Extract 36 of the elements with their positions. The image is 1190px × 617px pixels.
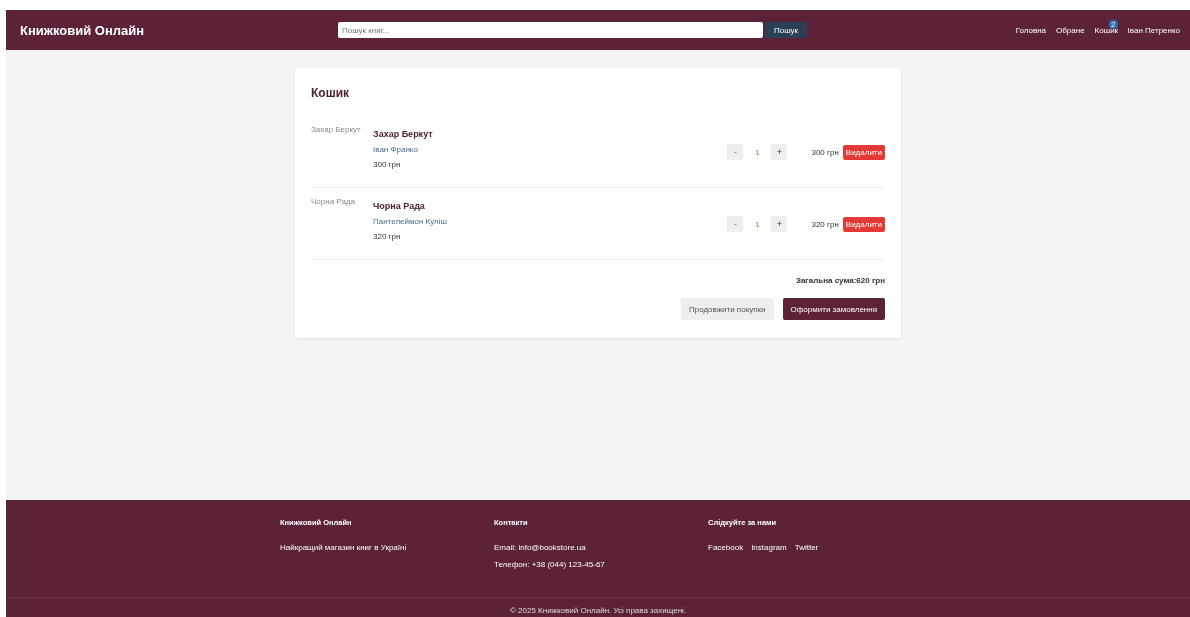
continue-shopping-button[interactable]: Продовжити покупки	[680, 298, 774, 320]
broken-image-alt-text: Чорна Рада	[311, 196, 356, 208]
book-price: 300 грн	[373, 160, 402, 169]
nav-link[interactable]: Обране	[1056, 25, 1085, 35]
remove-button[interactable]: Видалити	[842, 216, 885, 232]
footer-text: Телефон: +38 (044) 123-45-67	[494, 560, 606, 569]
nav-link[interactable]: Головна	[1015, 25, 1047, 35]
increase-button[interactable]: +	[771, 144, 788, 160]
cart-title: Кошик	[311, 86, 351, 100]
book-title: Чорна Рада	[373, 201, 426, 211]
quantity: 1	[754, 219, 761, 229]
item-total: 300 грн	[811, 147, 839, 157]
decrease-button[interactable]: -	[727, 144, 744, 160]
broken-image-alt-text: Захар Беркут	[311, 124, 362, 136]
increase-button[interactable]: +	[771, 216, 788, 232]
social-link[interactable]: Instagram	[751, 543, 787, 552]
decrease-button[interactable]: -	[727, 216, 744, 232]
nav-link[interactable]: Іван Петренко	[1127, 25, 1180, 35]
footer-text: Email: info@bookstore.ua	[494, 543, 587, 552]
search-button[interactable]: Пошук	[765, 22, 808, 38]
social-link[interactable]: Facebook	[708, 543, 744, 552]
remove-button[interactable]: Видалити	[842, 144, 885, 160]
book-author[interactable]: Пантелеймон Куліш	[373, 217, 447, 226]
book-price: 320 грн	[373, 232, 402, 241]
social-link[interactable]: Twitter	[794, 543, 819, 552]
site-logo[interactable]: Книжковий Онлайн	[20, 22, 338, 38]
search-field[interactable]: Пошук книг...	[338, 22, 763, 38]
book-author[interactable]: Іван Франко	[373, 145, 433, 154]
cart-count-badge: 2	[1109, 19, 1118, 29]
copyright-text: © 2025 Книжковий Онлайн. Усі права захищені.	[6, 597, 1190, 617]
book-title: Захар Беркут	[373, 129, 433, 139]
item-total: 320 грн	[811, 219, 839, 229]
footer-text: Найкращий магазин книг в Україні	[280, 543, 408, 552]
checkout-button[interactable]: Оформити замовлення	[782, 298, 885, 320]
cart-total: Загальна сума:620 грн	[794, 276, 885, 285]
quantity: 1	[754, 147, 761, 157]
